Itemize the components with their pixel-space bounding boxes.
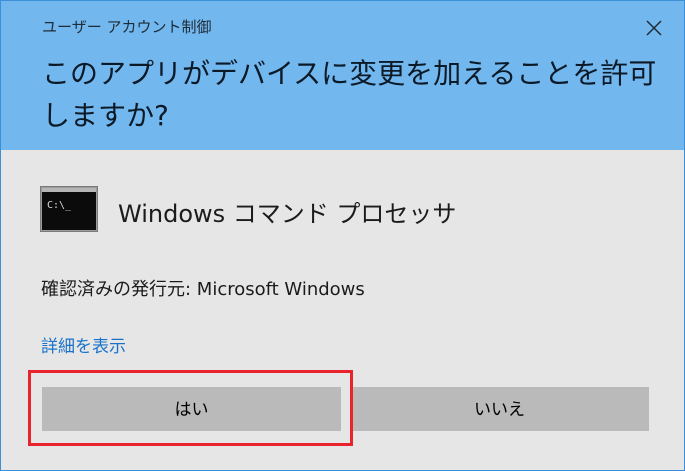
- show-details-link[interactable]: 詳細を表示: [41, 332, 126, 357]
- publisher-info: 確認済みの発行元: Microsoft Windows: [41, 279, 365, 300]
- uac-dialog: ユーザー アカウント制御 このアプリがデバイスに変更を加えることを許可しますか?…: [0, 0, 685, 471]
- dialog-header: ユーザー アカウント制御 このアプリがデバイスに変更を加えることを許可しますか?: [1, 1, 684, 150]
- app-name: Windows コマンド プロセッサ: [118, 200, 457, 228]
- highlight-annotation: [28, 370, 353, 446]
- close-button[interactable]: [633, 7, 673, 47]
- no-button[interactable]: いいえ: [350, 387, 649, 431]
- command-prompt-icon: C:\_: [40, 186, 98, 232]
- window-title: ユーザー アカウント制御: [42, 18, 212, 36]
- consent-question: このアプリがデバイスに変更を加えることを許可しますか?: [42, 57, 657, 132]
- close-icon: [646, 20, 662, 36]
- icon-prompt-text: C:\_: [47, 200, 72, 211]
